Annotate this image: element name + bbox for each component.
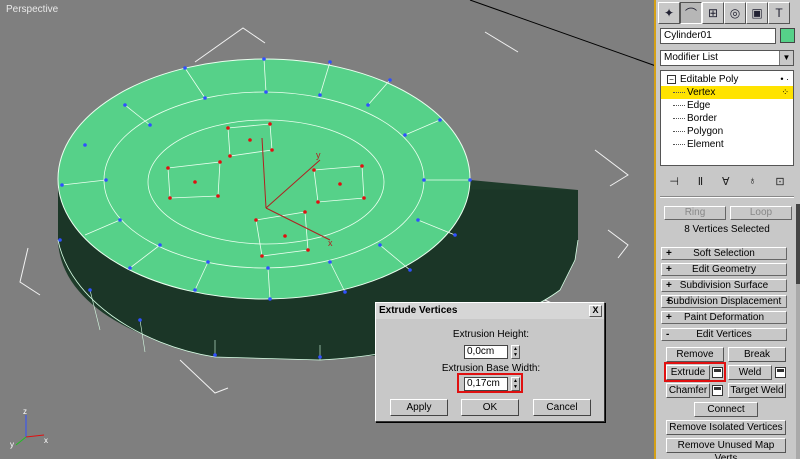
axis-x-label: x bbox=[44, 436, 48, 445]
axis-z-label: z bbox=[23, 407, 27, 416]
svg-text:y: y bbox=[316, 150, 321, 160]
ring-loop-row: Ring Loop bbox=[664, 206, 792, 220]
rollout-edit-geometry[interactable]: + Edit Geometry bbox=[661, 263, 787, 276]
dialog-title-bar[interactable]: Extrude Vertices X bbox=[376, 303, 604, 319]
axis-tripod: z x y bbox=[10, 407, 48, 449]
stack-item-vertex[interactable]: Vertex ⁘ bbox=[661, 86, 793, 99]
extrude-vertices-dialog: Extrude Vertices X Extrusion Height: 0,0… bbox=[375, 302, 605, 422]
close-button[interactable]: X bbox=[589, 305, 602, 317]
weld-button[interactable]: Weld bbox=[728, 365, 772, 380]
command-panel-tabs: ✦ ⌒ ⊞ ◎ ▣ T bbox=[658, 2, 798, 24]
axis-y-label: y bbox=[10, 440, 14, 449]
stack-item-border[interactable]: Border bbox=[661, 112, 793, 125]
rollout-subdivision-displacement[interactable]: + Subdivision Displacement bbox=[661, 295, 787, 308]
modify-tab-icon[interactable]: ⌒ bbox=[680, 2, 702, 24]
modifier-list-label: Modifier List bbox=[664, 52, 718, 63]
utilities-tab-icon[interactable]: T bbox=[768, 2, 790, 24]
motion-tab-icon[interactable]: ◎ bbox=[724, 2, 746, 24]
scrollbar-thumb[interactable] bbox=[796, 204, 800, 284]
rollout-soft-selection[interactable]: + Soft Selection bbox=[661, 247, 787, 260]
dialog-title: Extrude Vertices bbox=[379, 305, 458, 316]
ok-button[interactable]: OK bbox=[461, 399, 519, 416]
rollout-subdivision-surface[interactable]: + Subdivision Surface bbox=[661, 279, 787, 292]
divider bbox=[660, 196, 794, 198]
extrusion-height-spinner[interactable]: 0,0cm ▲ ▼ bbox=[464, 345, 520, 359]
configure-sets-icon[interactable]: ⊡ bbox=[775, 175, 784, 188]
remove-unused-map-verts-button[interactable]: Remove Unused Map Verts bbox=[666, 438, 786, 459]
chamfer-button[interactable]: Chamfer bbox=[666, 383, 710, 398]
chevron-down-icon[interactable]: ▼ bbox=[779, 51, 793, 65]
chamfer-settings-icon[interactable] bbox=[712, 385, 723, 396]
remove-isolated-vertices-button[interactable]: Remove Isolated Vertices bbox=[666, 420, 786, 435]
weld-settings-icon[interactable] bbox=[775, 367, 786, 378]
connect-button[interactable]: Connect bbox=[694, 402, 758, 417]
pin-stack-icon[interactable]: ⊣ bbox=[669, 175, 679, 188]
apply-button[interactable]: Apply bbox=[390, 399, 448, 416]
vertex-dots-icon: ⁘ bbox=[781, 87, 789, 97]
rollout-paint-deformation[interactable]: + Paint Deformation bbox=[661, 311, 787, 324]
stack-item-element[interactable]: Element bbox=[661, 138, 793, 151]
ring-button[interactable]: Ring bbox=[664, 206, 726, 220]
highlight-box bbox=[664, 362, 726, 382]
object-name-field[interactable]: Cylinder01 bbox=[660, 28, 776, 44]
cancel-button[interactable]: Cancel bbox=[533, 399, 591, 416]
collapse-icon[interactable]: − bbox=[667, 75, 676, 84]
hierarchy-tab-icon[interactable]: ⊞ bbox=[702, 2, 724, 24]
show-end-result-icon[interactable]: Ⅱ bbox=[698, 175, 703, 188]
command-panel: ✦ ⌒ ⊞ ◎ ▣ T Cylinder01 Modifier List ▼ −… bbox=[656, 0, 800, 459]
create-tab-icon[interactable]: ✦ bbox=[658, 2, 680, 24]
break-button[interactable]: Break bbox=[728, 347, 786, 362]
extrusion-height-label: Extrusion Height: bbox=[452, 329, 530, 340]
stack-item-editable-poly[interactable]: − Editable Poly • · bbox=[661, 73, 793, 86]
modifier-list-dropdown[interactable]: Modifier List ▼ bbox=[660, 50, 794, 66]
svg-text:x: x bbox=[328, 238, 333, 248]
target-weld-button[interactable]: Target Weld bbox=[728, 383, 786, 398]
spinner-arrows-icon[interactable]: ▲ ▼ bbox=[511, 345, 520, 359]
remove-button[interactable]: Remove bbox=[666, 347, 724, 362]
modifier-stack[interactable]: − Editable Poly • · Vertex ⁘ Edge Border … bbox=[660, 70, 794, 166]
display-tab-icon[interactable]: ▣ bbox=[746, 2, 768, 24]
object-color-swatch[interactable] bbox=[780, 28, 795, 43]
extrusion-height-field[interactable]: 0,0cm bbox=[464, 345, 508, 359]
loop-button[interactable]: Loop bbox=[730, 206, 792, 220]
highlight-box bbox=[457, 373, 523, 393]
stack-item-polygon[interactable]: Polygon bbox=[661, 125, 793, 138]
make-unique-icon[interactable]: ∀ bbox=[722, 175, 730, 188]
perspective-viewport[interactable]: Perspective y x z x y Extrude Vertices X… bbox=[0, 0, 656, 459]
light-bulb-icon[interactable]: • · bbox=[780, 73, 789, 86]
stack-item-edge[interactable]: Edge bbox=[661, 99, 793, 112]
selection-status: 8 Vertices Selected bbox=[684, 224, 770, 235]
remove-modifier-icon[interactable]: ♁ bbox=[748, 175, 756, 187]
rollout-edit-vertices[interactable]: - Edit Vertices bbox=[661, 328, 787, 341]
stack-toolbar: ⊣ Ⅱ ∀ ♁ ⊡ bbox=[660, 172, 794, 190]
